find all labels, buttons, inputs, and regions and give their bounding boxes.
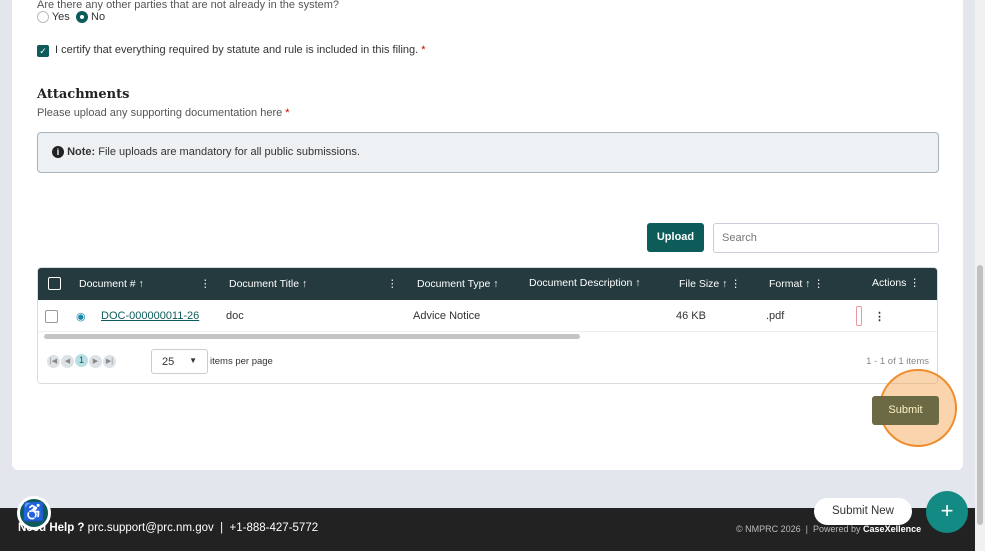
eye-icon[interactable]: ◉	[76, 310, 86, 323]
note-text: File uploads are mandatory for all publi…	[98, 146, 360, 158]
pager: |◀ ◀ 1 ▶ ▶| 25 ▼ items per page 1 - 1 of 1 it…	[38, 342, 937, 382]
row-actions-menu[interactable]: ⋮	[874, 310, 885, 323]
table-row: ◉ DOC-000000011-26 doc Advice Notice 46 …	[38, 300, 937, 332]
submit-new-tooltip: Submit New	[814, 498, 912, 525]
col-format[interactable]: Format ↑ ⋮	[769, 278, 824, 290]
documents-grid: Document # ↑ ⋮ Document Title ↑ ⋮ Docume…	[37, 267, 938, 384]
note-box: i Note: File uploads are mandatory for a…	[37, 132, 939, 173]
col-actions[interactable]: Actions ⋮	[872, 277, 920, 289]
cell-format: .pdf	[766, 310, 785, 322]
page-size-select[interactable]: 25 ▼	[151, 349, 208, 374]
upload-button[interactable]: Upload	[647, 223, 704, 252]
radio-yes-label: Yes	[51, 11, 70, 23]
radio-no[interactable]	[75, 11, 88, 24]
radio-group: Yes No	[37, 11, 106, 24]
pager-summary: 1 - 1 of 1 items	[866, 356, 929, 367]
cell-badge	[856, 306, 862, 326]
radio-no-label: No	[91, 11, 106, 23]
support-email[interactable]: prc.support@prc.nm.gov	[88, 522, 214, 534]
col-file-size[interactable]: File Size ↑ ⋮	[679, 278, 741, 290]
document-link[interactable]: DOC-000000011-26	[101, 310, 199, 322]
question-label: Are there any other parties that are not…	[37, 0, 340, 11]
grid-header: Document # ↑ ⋮ Document Title ↑ ⋮ Docume…	[38, 268, 937, 300]
accessibility-icon[interactable]: ♿	[17, 496, 51, 530]
attachments-title: Attachments	[37, 87, 130, 102]
attachments-subtitle: Please upload any supporting documentati…	[37, 107, 290, 119]
support-phone[interactable]: +1-888-427-5772	[230, 522, 319, 534]
info-icon: i	[52, 146, 64, 158]
column-menu-icon[interactable]: ⋮	[387, 278, 398, 290]
certify-label: I certify that everything required by st…	[55, 44, 426, 56]
col-document-description[interactable]: Document Description ↑	[529, 277, 640, 289]
radio-yes[interactable]	[37, 11, 49, 24]
select-all-checkbox[interactable]	[48, 277, 61, 290]
powered-by: Powered by	[813, 524, 861, 534]
first-page-button[interactable]: |◀	[47, 355, 60, 368]
certify-checkbox[interactable]: ✓	[37, 45, 49, 57]
per-page-label: items per page	[210, 356, 273, 367]
next-page-button[interactable]: ▶	[89, 355, 102, 368]
column-menu-icon[interactable]: ⋮	[200, 278, 211, 290]
page-scrollbar[interactable]	[975, 0, 985, 551]
cell-title: doc	[226, 310, 244, 322]
row-checkbox[interactable]	[45, 310, 58, 323]
col-document-title[interactable]: Document Title ↑	[229, 278, 307, 290]
prev-page-button[interactable]: ◀	[61, 355, 74, 368]
search-input[interactable]	[713, 223, 939, 253]
plus-icon[interactable]: +	[926, 491, 968, 533]
copyright: © NMPRC 2026	[736, 524, 801, 534]
page-1-button[interactable]: 1	[75, 354, 88, 367]
cell-size: 46 KB	[676, 310, 706, 322]
note-label: Note:	[67, 146, 96, 158]
col-document-number[interactable]: Document # ↑	[79, 278, 144, 290]
submit-button[interactable]: Submit	[872, 396, 939, 425]
brand-logo: CaseXellence	[863, 524, 922, 534]
cell-type: Advice Notice	[413, 310, 481, 322]
last-page-button[interactable]: ▶|	[103, 355, 116, 368]
col-document-type[interactable]: Document Type ↑	[417, 278, 499, 290]
horizontal-scrollbar[interactable]	[38, 332, 937, 342]
